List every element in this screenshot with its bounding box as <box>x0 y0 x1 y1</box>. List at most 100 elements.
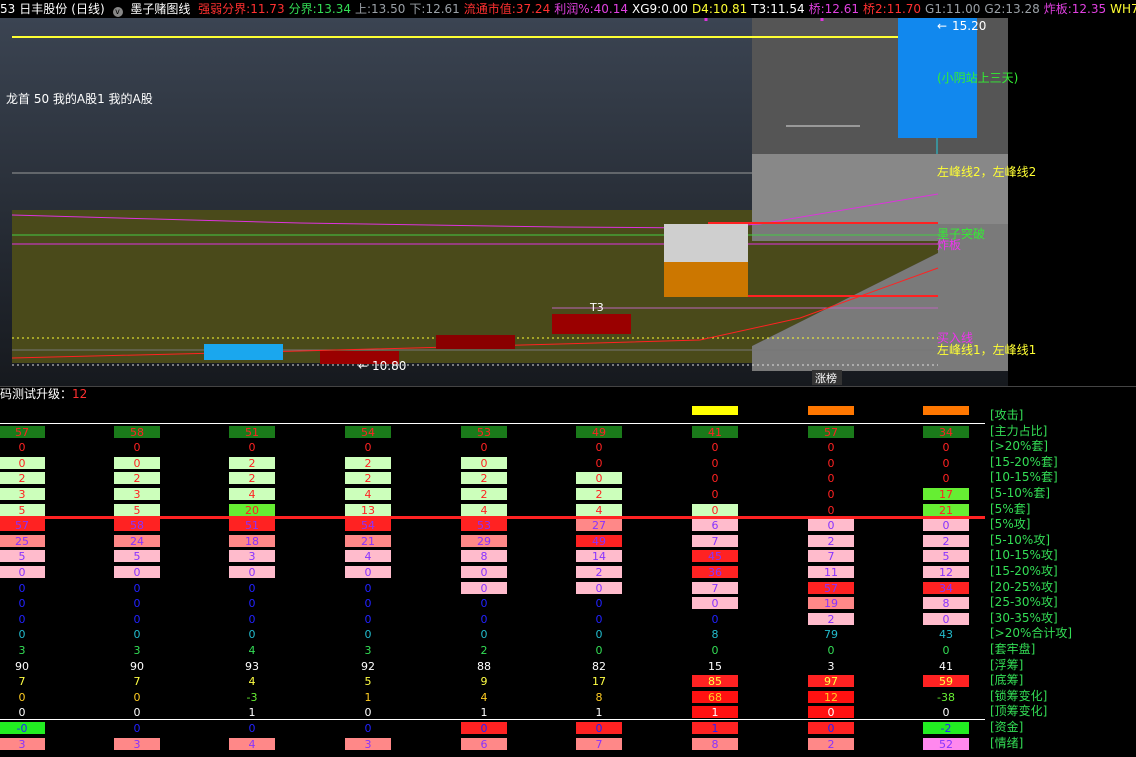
header-color-swatch <box>692 406 738 415</box>
table-cell: 92 <box>361 659 375 673</box>
table-cell: 45 <box>692 550 738 563</box>
candle-blue-small <box>204 344 283 360</box>
table-cell: 0 <box>827 488 835 501</box>
table-cell: 68 <box>692 690 738 704</box>
price-high-arrow: ← <box>937 19 947 33</box>
table-cell: 4 <box>480 690 488 704</box>
table-cell: 53 <box>461 425 507 439</box>
table-cell: 1 <box>692 706 738 719</box>
table-cell: 0 <box>18 612 26 626</box>
table-cell: 29 <box>461 534 507 548</box>
indicator-name[interactable]: 墨子赌图线 <box>130 2 190 16</box>
table-cell: 4 <box>461 503 507 517</box>
table-cell: 0 <box>248 597 256 611</box>
table-cell: 58 <box>114 519 160 532</box>
table-cell: 0 <box>133 597 141 611</box>
table-cell: 0 <box>711 441 719 455</box>
price-high-label: 15.20 <box>952 19 986 33</box>
table-cell: 4 <box>248 675 256 689</box>
chevron-down-icon[interactable]: v <box>112 7 123 17</box>
indicator-title-bar: 53 日丰股份 (日线) v 墨子赌图线 强弱分界:11.73 分界:13.34 上:1… <box>0 0 1136 18</box>
table-cell: 0 <box>229 566 275 579</box>
table-cell: 2 <box>229 456 275 470</box>
indicator-values: 强弱分界:11.73 分界:13.34 上:13.50 下:12.61 流通市值:37.… <box>198 2 1136 16</box>
table-cell: 3 <box>114 737 160 751</box>
green-note-label: (小阴站上三天) <box>937 71 1018 85</box>
table-cell: 5 <box>114 503 160 517</box>
table-cell: 20 <box>229 503 275 517</box>
table-cell: 0 <box>248 441 256 455</box>
indicator-label: 流通市值: <box>463 2 516 16</box>
row-label: [浮筹] <box>990 657 1024 672</box>
indicator-label: 下: <box>409 2 426 16</box>
indicator-label: G2: <box>984 2 1006 16</box>
table-cell: 93 <box>245 659 259 673</box>
table-cell: 88 <box>477 659 491 673</box>
table-cell: 14 <box>576 550 622 563</box>
table-cell: 57 <box>0 519 45 532</box>
table-cell: 8 <box>711 628 719 642</box>
indicator-value: 12.61 <box>425 2 460 16</box>
row-label: [10-15%攻] <box>990 548 1058 563</box>
table-cell: 8 <box>461 550 507 563</box>
indicator-value: 13.50 <box>371 2 406 16</box>
table-cell: 4 <box>248 644 256 657</box>
table-cell: 51 <box>229 425 275 439</box>
panel-divider <box>0 386 1136 387</box>
table-cell: 3 <box>827 659 835 673</box>
table-cell: 0 <box>595 597 603 611</box>
table-cell: 0 <box>364 581 372 595</box>
indicator-value: 11.70 <box>886 2 922 16</box>
panel-title-value: 12 <box>72 387 88 401</box>
table-cell: 0 <box>0 566 45 579</box>
table-cell: 41 <box>939 659 953 673</box>
row-label: [情绪] <box>990 735 1024 750</box>
table-cell: 0 <box>364 722 372 735</box>
table-cell: 0 <box>711 644 719 657</box>
chart-right-margin <box>1008 18 1136 386</box>
table-cell: 0 <box>942 441 950 455</box>
table-cell: 6 <box>461 737 507 751</box>
candle-red-3 <box>552 314 631 334</box>
table-cell: 0 <box>576 472 622 485</box>
indicator-label: 分界: <box>288 2 317 16</box>
table-cell: 0 <box>711 612 719 626</box>
table-cell: 2 <box>808 534 854 548</box>
table-cell: 54 <box>345 519 391 532</box>
table-cell: 4 <box>576 503 622 517</box>
table-cell: 8 <box>692 737 738 751</box>
table-cell: 0 <box>18 690 26 704</box>
table-cell: 1 <box>595 706 603 720</box>
table-cell: 0 <box>923 519 969 532</box>
table-cell: 0 <box>133 612 141 626</box>
indicator-label: XG9: <box>632 2 662 16</box>
header-color-swatch <box>808 406 854 415</box>
table-cell: 2 <box>808 737 854 751</box>
table-cell: 49 <box>576 425 622 439</box>
table-cell: 0 <box>18 706 26 720</box>
price-chart[interactable]: 龙首 50 我的A股1 我的A股 15.20 ← ← 10.80 T3 (小阴站… <box>0 18 1136 386</box>
table-cell: 82 <box>592 659 606 673</box>
table-cell: -2 <box>923 722 969 735</box>
stock-name[interactable]: 日丰股份 <box>19 2 67 16</box>
candle-red-2 <box>436 335 515 349</box>
table-cell: 57 <box>808 581 854 595</box>
panel-title: 码测试升级：12 <box>0 387 88 401</box>
table-cell: 2 <box>461 488 507 501</box>
candle-white-body <box>664 224 748 262</box>
table-cell: 0 <box>461 581 507 595</box>
table-cell: 0 <box>595 628 603 642</box>
table-cell: 34 <box>923 425 969 439</box>
table-cell: 19 <box>808 597 854 610</box>
indicator-label: 桥: <box>808 2 825 16</box>
row-label: [顶筹变化] <box>990 704 1048 719</box>
indicator-label: WH7: <box>1110 2 1136 16</box>
table-cell: 0 <box>248 612 256 626</box>
chart-period: (日线) <box>71 2 105 16</box>
row-label: [资金] <box>990 720 1024 734</box>
table-separator-line <box>0 719 985 720</box>
table-cell: 8 <box>595 690 603 704</box>
indicator-value: 12.61 <box>824 2 859 16</box>
peak-line2-label: 左峰线2，左峰线2 <box>937 164 1036 179</box>
table-cell: 6 <box>692 519 738 532</box>
